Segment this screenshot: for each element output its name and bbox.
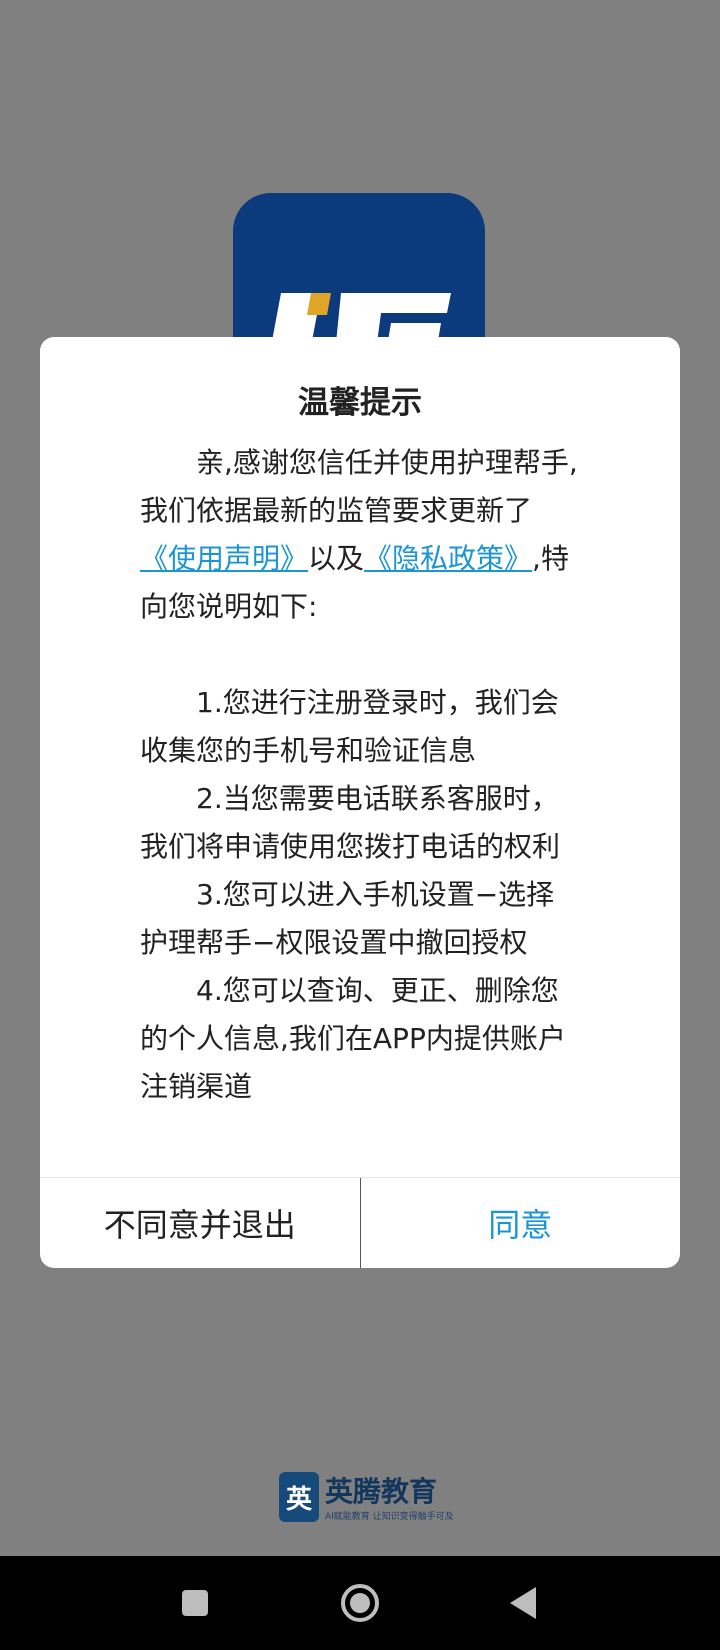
- brand-name: 英腾教育: [325, 1475, 438, 1508]
- disagree-exit-button[interactable]: 不同意并退出: [40, 1178, 361, 1268]
- list-item: 2.当您需要电话联系客服时，我们将申请使用您拨打电话的权利: [140, 782, 561, 863]
- list-item: 1.您进行注册登录时，我们会收集您的手机号和验证信息: [140, 686, 559, 767]
- intro-paragraph: 亲,感谢您信任并使用护理帮手,我们依据最新的监管要求更新了《使用声明》以及《隐私…: [140, 439, 580, 631]
- brand-tagline: AI赋能教育 让知识变得触手可及: [325, 1512, 454, 1522]
- intro-prefix: 亲,感谢您信任并使用护理帮手,我们依据最新的监管要求更新了: [140, 446, 578, 527]
- system-nav-bar: [0, 1556, 720, 1650]
- home-icon[interactable]: [335, 1578, 385, 1628]
- intro-mid: 以及: [308, 542, 365, 575]
- brand-logo-block: 英 英腾教育 AI赋能教育 让知识变得触手可及: [279, 1470, 454, 1526]
- list-item: 4.您可以查询、更正、删除您的个人信息,我们在APP内提供账户注销渠道: [140, 974, 566, 1103]
- screen: 温馨提示 亲,感谢您信任并使用护理帮手,我们依据最新的监管要求更新了《使用声明》…: [0, 0, 720, 1650]
- list-item: 3.您可以进入手机设置−选择护理帮手−权限设置中撤回授权: [140, 878, 555, 959]
- back-icon[interactable]: [500, 1578, 550, 1628]
- agree-button[interactable]: 同意: [361, 1178, 681, 1268]
- privacy-dialog: 温馨提示 亲,感谢您信任并使用护理帮手,我们依据最新的监管要求更新了《使用声明》…: [40, 337, 680, 1268]
- dialog-title: 温馨提示: [298, 385, 422, 421]
- brand-logo-icon: 英: [279, 1472, 319, 1522]
- privacy-policy-link[interactable]: 《隐私政策》: [364, 542, 532, 575]
- recent-apps-icon[interactable]: [170, 1578, 220, 1628]
- terms-link[interactable]: 《使用声明》: [140, 542, 308, 575]
- dialog-body: 亲,感谢您信任并使用护理帮手,我们依据最新的监管要求更新了《使用声明》以及《隐私…: [140, 439, 580, 1111]
- dialog-footer: 不同意并退出 同意: [40, 1177, 680, 1268]
